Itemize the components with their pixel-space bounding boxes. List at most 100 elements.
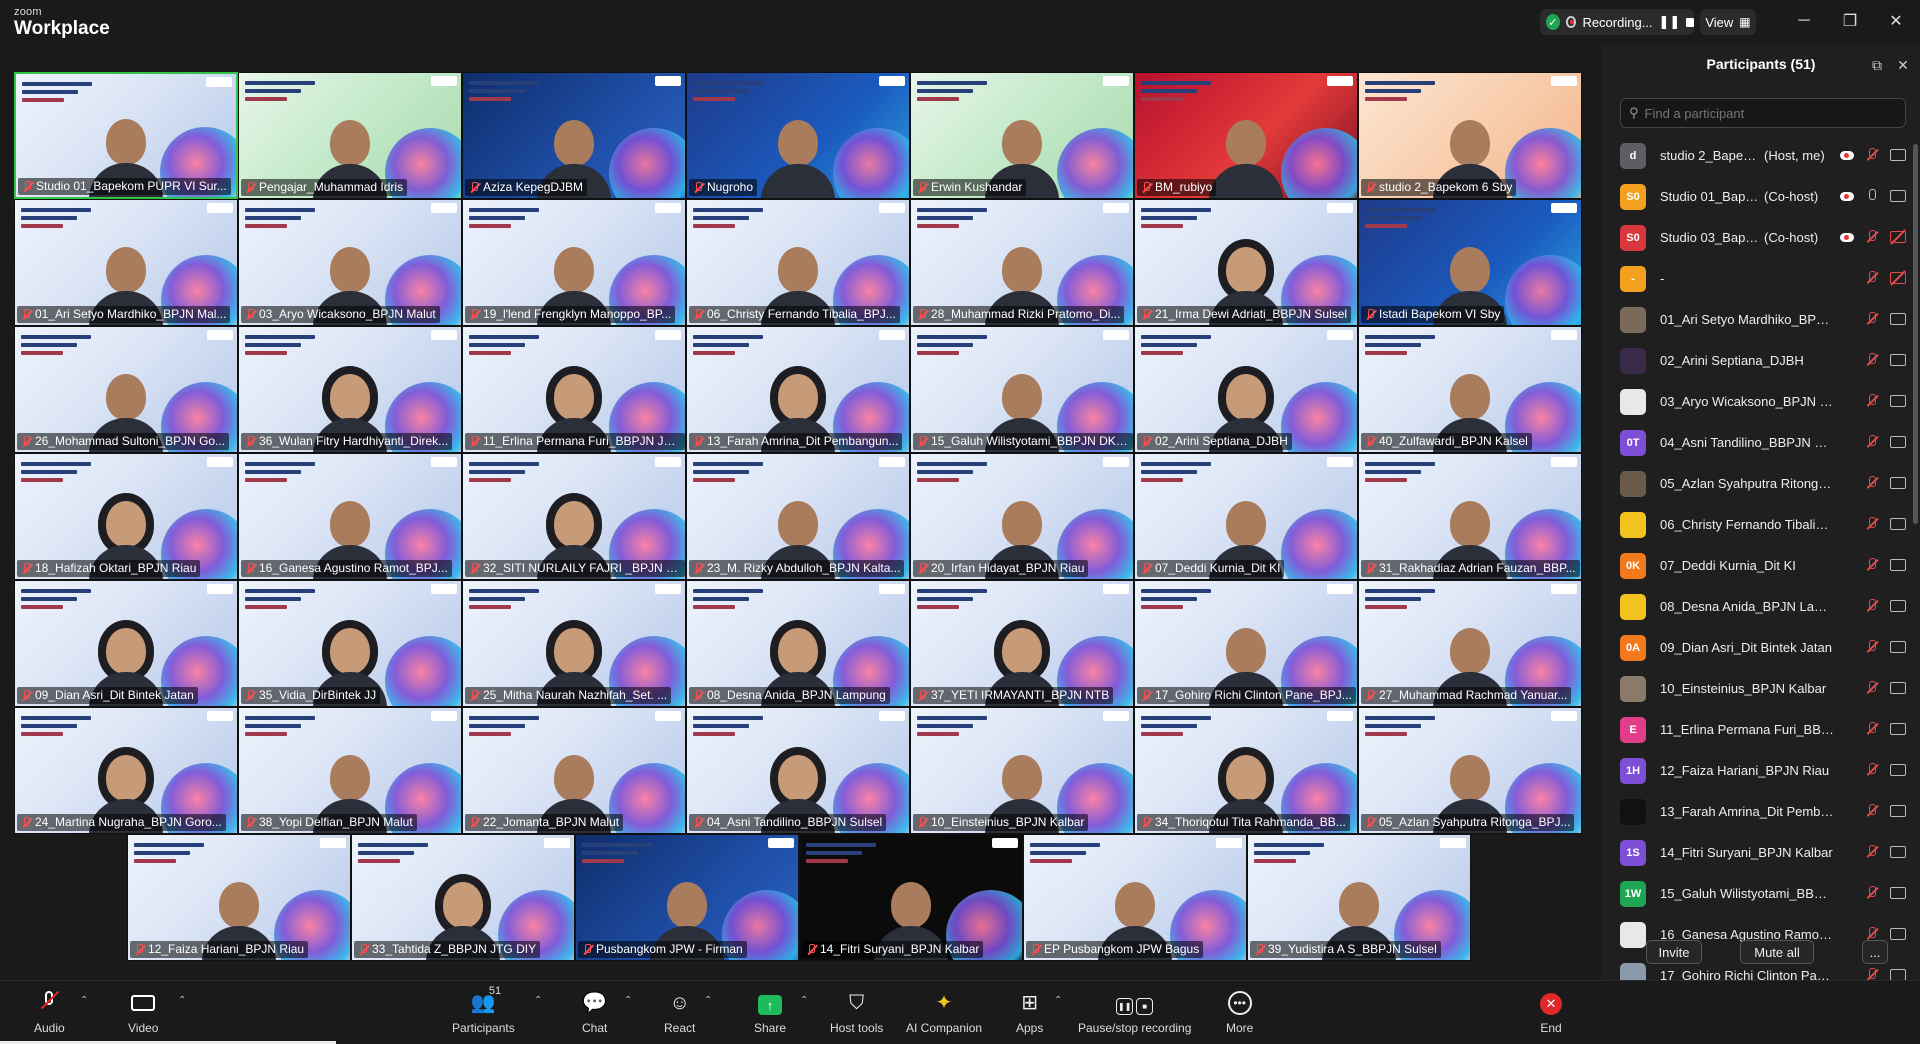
video-off-icon[interactable]	[1890, 272, 1906, 284]
mic-muted-icon[interactable]	[1864, 844, 1880, 860]
mic-muted-icon[interactable]	[1864, 598, 1880, 614]
participant-list-item[interactable]: 0K 07_Deddi Kurnia_Dit KI	[1620, 545, 1906, 586]
participant-list-item[interactable]: 1H 12_Faiza Hariani_BPJN Riau	[1620, 750, 1906, 791]
host-tools-button[interactable]: ⛉ Host tools	[830, 985, 883, 1041]
video-tile[interactable]: 18_Hafizah Oktari_BPJN Riau	[14, 453, 238, 580]
share-button[interactable]: ↑ Share	[754, 985, 786, 1041]
video-tile[interactable]: 40_Zulfawardi_BPJN Kalsel	[1358, 326, 1582, 453]
video-tile[interactable]: 03_Aryo Wicaksono_BPJN Malut	[238, 199, 462, 326]
video-icon[interactable]	[1890, 682, 1906, 694]
video-tile[interactable]: 37_YETI IRMAYANTI_BPJN NTB	[910, 580, 1134, 707]
invite-button[interactable]: Invite	[1646, 940, 1702, 964]
video-tile[interactable]: 05_Azlan Syahputra Ritonga_BPJ...	[1358, 707, 1582, 834]
video-tile[interactable]: 19_l'lend Frengklyn Manoppo_BP...	[462, 199, 686, 326]
video-icon[interactable]	[1890, 477, 1906, 489]
video-icon[interactable]	[1890, 723, 1906, 735]
participant-list-item[interactable]: 06_Christy Fernando Tibalia_BPJ...	[1620, 504, 1906, 545]
video-tile[interactable]: studio 2_Bapekom 6 Sby	[1358, 72, 1582, 199]
video-tile[interactable]: 16_Ganesa Agustino Ramot_BPJ...	[238, 453, 462, 580]
stop-recording-icon[interactable]	[1686, 17, 1694, 27]
react-options-chevron-icon[interactable]: ⌃	[704, 995, 712, 1006]
video-icon[interactable]	[1890, 190, 1906, 202]
ai-companion-button[interactable]: ✦ AI Companion	[906, 985, 982, 1041]
participant-list-item[interactable]: 08_Desna Anida_BPJN Lampung	[1620, 586, 1906, 627]
video-button[interactable]: Video	[128, 985, 158, 1041]
video-tile[interactable]: 12_Faiza Hariani_BPJN Riau	[127, 834, 351, 961]
mic-muted-icon[interactable]	[1864, 352, 1880, 368]
video-icon[interactable]	[1890, 436, 1906, 448]
view-button[interactable]: View ▦	[1700, 9, 1756, 35]
end-meeting-button[interactable]: ✕ End	[1540, 985, 1562, 1041]
video-tile[interactable]: Studio 01_Bapekom PUPR VI Sur...	[14, 72, 238, 199]
video-tile[interactable]: BM_rubiyo	[1134, 72, 1358, 199]
mic-icon[interactable]	[1864, 188, 1880, 204]
more-options-button[interactable]: ...	[1862, 940, 1888, 964]
video-tile[interactable]: 23_M. Rizky Abdulloh_BPJN Kalta...	[686, 453, 910, 580]
participant-list-item[interactable]: 10_Einsteinius_BPJN Kalbar	[1620, 668, 1906, 709]
video-tile[interactable]: 02_Arini Septiana_DJBH	[1134, 326, 1358, 453]
video-tile[interactable]: 26_Mohammad Sultoni_BPJN Go...	[14, 326, 238, 453]
search-input[interactable]	[1644, 105, 1895, 121]
video-tile[interactable]: 38_Yopi Delfian_BPJN Malut	[238, 707, 462, 834]
participant-list-item[interactable]: 1S 14_Fitri Suryani_BPJN Kalbar	[1620, 832, 1906, 873]
video-tile[interactable]: 09_Dian Asri_Dit Bintek Jatan	[14, 580, 238, 707]
share-options-chevron-icon[interactable]: ⌃	[800, 995, 808, 1006]
participant-list-item[interactable]: 01_Ari Setyo Mardhiko_BPJN M...	[1620, 299, 1906, 340]
video-tile[interactable]: 17_Gohiro Richi Clinton Pane_BPJ...	[1134, 580, 1358, 707]
participant-list-item[interactable]: S0 Studio 03_Bapekom ... (Co-host)	[1620, 217, 1906, 258]
video-tile[interactable]: 32_SITI NURLAILY FAJRI _BPJN NTB	[462, 453, 686, 580]
video-tile[interactable]: Pusbangkom JPW - Firman	[575, 834, 799, 961]
video-tile[interactable]: 36_Wulan Fitry Hardhiyanti_Direk...	[238, 326, 462, 453]
video-tile[interactable]: Istadi Bapekom VI Sby	[1358, 199, 1582, 326]
participant-list-item[interactable]: S0 Studio 01_Bapek... (Co-host)	[1620, 176, 1906, 217]
audio-button[interactable]: Audio	[34, 985, 65, 1041]
participant-list-scrollbar[interactable]	[1913, 144, 1918, 524]
mic-muted-icon[interactable]	[1864, 557, 1880, 573]
close-panel-icon[interactable]: ✕	[1894, 56, 1912, 74]
mic-muted-icon[interactable]	[1864, 516, 1880, 532]
participant-list-item[interactable]: d studio 2_Bapek... (Host, me)	[1620, 135, 1906, 176]
mic-muted-icon[interactable]	[1864, 803, 1880, 819]
mic-muted-icon[interactable]	[1864, 311, 1880, 327]
video-tile[interactable]: 10_Einsteinius_BPJN Kalbar	[910, 707, 1134, 834]
video-tile[interactable]: Pengajar_Muhammad Idris	[238, 72, 462, 199]
video-icon[interactable]	[1890, 518, 1906, 530]
mute-all-button[interactable]: Mute all	[1740, 940, 1814, 964]
chat-options-chevron-icon[interactable]: ⌃	[624, 995, 632, 1006]
video-tile[interactable]: Aziza KepegDJBM	[462, 72, 686, 199]
mic-muted-icon[interactable]	[1864, 721, 1880, 737]
video-icon[interactable]	[1890, 395, 1906, 407]
mic-muted-icon[interactable]	[1864, 680, 1880, 696]
react-button[interactable]: ☺ React	[664, 985, 695, 1041]
chat-button[interactable]: 💬 Chat	[582, 985, 607, 1041]
video-icon[interactable]	[1890, 354, 1906, 366]
participant-list-item[interactable]: 02_Arini Septiana_DJBH	[1620, 340, 1906, 381]
minimize-icon[interactable]: ─	[1786, 8, 1822, 34]
mic-muted-icon[interactable]	[1864, 270, 1880, 286]
video-off-icon[interactable]	[1890, 231, 1906, 243]
video-tile[interactable]: 34_Thoriqotul Tita Rahmanda_BB...	[1134, 707, 1358, 834]
mic-muted-icon[interactable]	[1864, 762, 1880, 778]
video-tile[interactable]: 06_Christy Fernando Tibalia_BPJ...	[686, 199, 910, 326]
video-tile[interactable]: Erwin Kushandar	[910, 72, 1134, 199]
mic-muted-icon[interactable]	[1864, 147, 1880, 163]
participant-list-item[interactable]: --	[1620, 258, 1906, 299]
video-tile[interactable]: 31_Rakhadiaz Adrian Fauzan_BBP...	[1358, 453, 1582, 580]
video-tile[interactable]: 20_Irfan Hidayat_BPJN Riau	[910, 453, 1134, 580]
mic-muted-icon[interactable]	[1864, 393, 1880, 409]
video-icon[interactable]	[1890, 764, 1906, 776]
video-tile[interactable]: Nugroho	[686, 72, 910, 199]
video-tile[interactable]: 11_Erlina Permana Furi_BBPJN JA...	[462, 326, 686, 453]
participant-list-item[interactable]: 05_Azlan Syahputra Ritonga_BP...	[1620, 463, 1906, 504]
video-icon[interactable]	[1890, 559, 1906, 571]
video-tile[interactable]: 21_Irma Dewi Adriati_BBPJN Sulsel	[1134, 199, 1358, 326]
more-button[interactable]: ••• More	[1226, 985, 1253, 1041]
video-tile[interactable]: 28_Muhammad Rizki Pratomo_Di...	[910, 199, 1134, 326]
video-tile[interactable]: 01_Ari Setyo Mardhiko_BPJN Mal...	[14, 199, 238, 326]
participants-button[interactable]: 👥 51 Participants	[452, 985, 515, 1041]
video-icon[interactable]	[1890, 313, 1906, 325]
pause-recording-icon[interactable]: ❚❚	[1659, 14, 1681, 30]
apps-options-chevron-icon[interactable]: ⌃	[1054, 995, 1062, 1006]
mic-muted-icon[interactable]	[1864, 885, 1880, 901]
participants-options-chevron-icon[interactable]: ⌃	[534, 995, 542, 1006]
